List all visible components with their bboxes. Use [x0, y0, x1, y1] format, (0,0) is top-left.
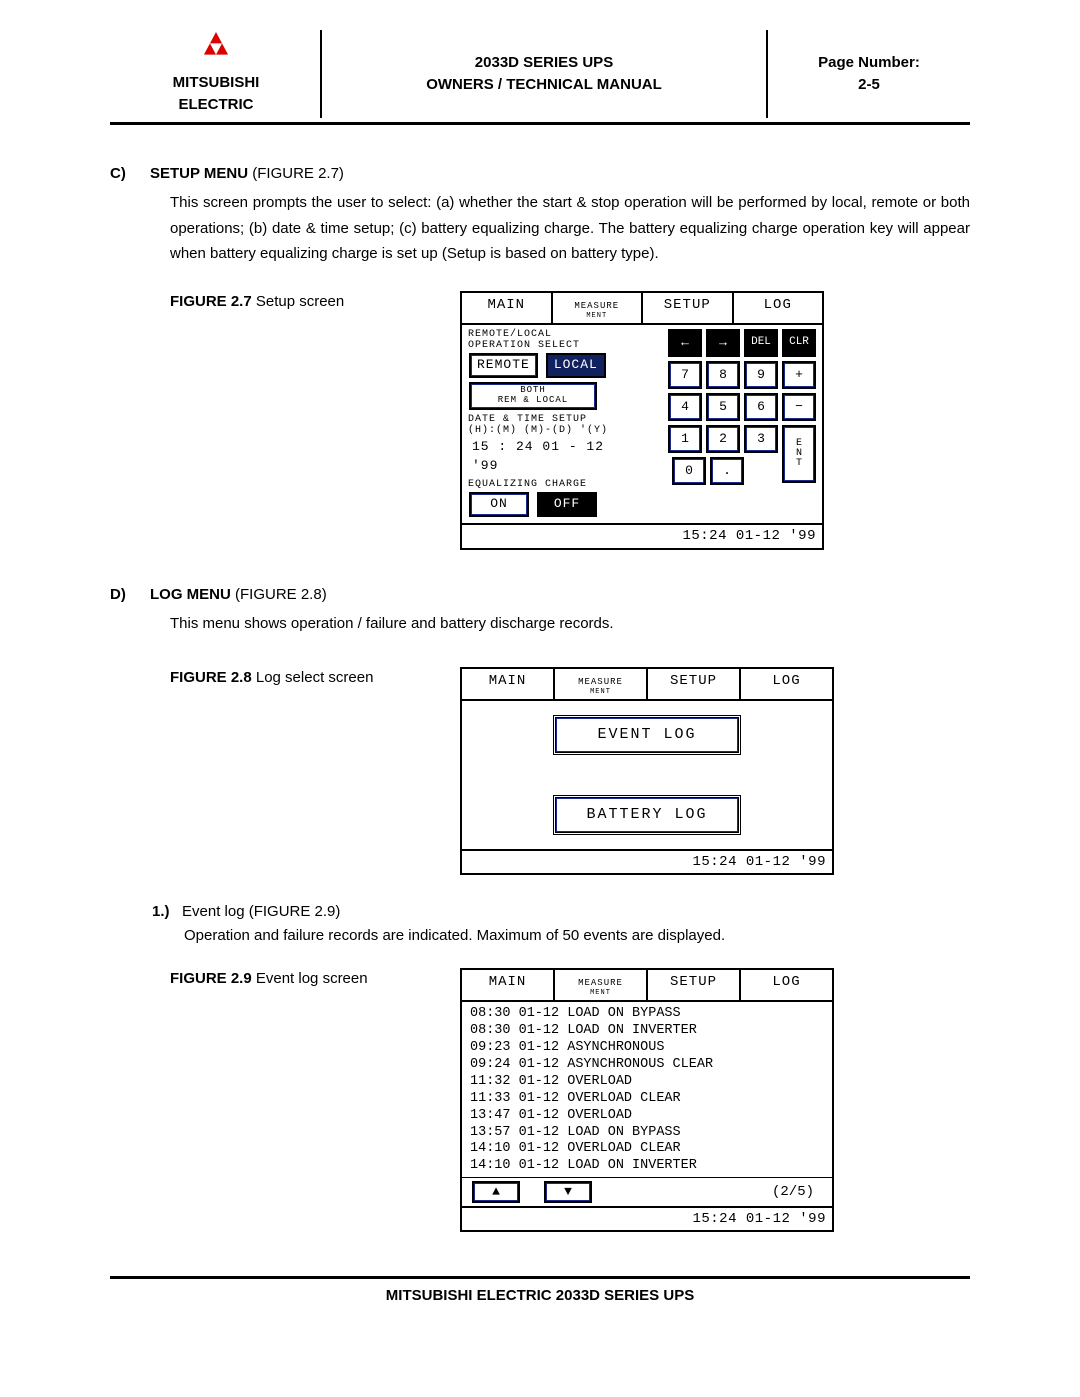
- key-3[interactable]: 3: [744, 425, 778, 453]
- log-entry: 11:33 01-12 OVERLOAD CLEAR: [470, 1091, 824, 1108]
- panel-tabs: MAIN MEASURE MENT SETUP LOG: [462, 293, 822, 325]
- key-minus[interactable]: −: [782, 393, 816, 421]
- tab-setup[interactable]: SETUP: [646, 669, 739, 699]
- subitem-1-body: Operation and failure records are indica…: [184, 923, 970, 949]
- keypad: ← → DEL CLR 7 8 9 + 4: [629, 329, 816, 519]
- tab-measurement[interactable]: MEASURE MENT: [553, 669, 646, 699]
- log-entry: 08:30 01-12 LOAD ON INVERTER: [470, 1023, 824, 1040]
- mitsubishi-logo-icon: [197, 32, 235, 66]
- log-entry: 13:47 01-12 OVERLOAD: [470, 1108, 824, 1125]
- key-5[interactable]: 5: [706, 393, 740, 421]
- manual-page: MITSUBISHI ELECTRIC 2033D SERIES UPS OWN…: [0, 0, 1080, 1347]
- section-title: LOG MENU (FIGURE 2.8): [150, 584, 327, 606]
- local-button[interactable]: LOCAL: [546, 353, 606, 378]
- eq-on-button[interactable]: ON: [469, 492, 529, 517]
- log-entry: 13:57 01-12 LOAD ON BYPASS: [470, 1125, 824, 1142]
- section-letter: C): [110, 163, 150, 185]
- title-top: 2033D SERIES UPS: [328, 52, 760, 74]
- brand-cell: MITSUBISHI ELECTRIC: [110, 30, 322, 118]
- figure-2-9-label: FIGURE 2.9 Event log screen: [170, 968, 430, 990]
- key-0[interactable]: 0: [672, 457, 706, 485]
- log-entry: 08:30 01-12 LOAD ON BYPASS: [470, 1006, 824, 1023]
- figure-2-7-panel: MAIN MEASURE MENT SETUP LOG REMOTE/LOCAL…: [460, 291, 824, 550]
- datetime-value: 15 : 24 01 - 12 '99: [472, 438, 623, 476]
- page-label: Page Number:: [774, 52, 964, 74]
- event-log-list: 08:30 01-12 LOAD ON BYPASS 08:30 01-12 L…: [462, 1002, 832, 1177]
- panel-timestamp: 15:24 01-12 '99: [462, 849, 832, 873]
- key-6[interactable]: 6: [744, 393, 778, 421]
- title-cell: 2033D SERIES UPS OWNERS / TECHNICAL MANU…: [322, 30, 768, 118]
- section-c-body: This screen prompts the user to select: …: [170, 190, 970, 267]
- key-ent[interactable]: E N T: [782, 425, 816, 483]
- section-d-body: This menu shows operation / failure and …: [170, 611, 970, 637]
- log-entry: 09:23 01-12 ASYNCHRONOUS: [470, 1040, 824, 1057]
- subitem-1: 1.) Event log (FIGURE 2.9): [152, 901, 970, 923]
- log-entry: 11:32 01-12 OVERLOAD: [470, 1074, 824, 1091]
- panel-timestamp: 15:24 01-12 '99: [462, 523, 822, 547]
- battery-log-button[interactable]: BATTERY LOG: [553, 795, 741, 835]
- brand-bot: ELECTRIC: [173, 94, 260, 116]
- log-entry: 09:24 01-12 ASYNCHRONOUS CLEAR: [470, 1057, 824, 1074]
- figure-2-7-label: FIGURE 2.7 Setup screen: [170, 291, 430, 313]
- section-c-heading: C) SETUP MENU (FIGURE 2.7): [110, 163, 970, 185]
- key-1[interactable]: 1: [668, 425, 702, 453]
- tab-main[interactable]: MAIN: [462, 669, 553, 699]
- tab-setup[interactable]: SETUP: [641, 293, 732, 323]
- page-indicator: (2/5): [772, 1182, 822, 1202]
- tab-main[interactable]: MAIN: [462, 293, 551, 323]
- key-dot[interactable]: .: [710, 457, 744, 485]
- scroll-down-button[interactable]: ▼: [544, 1181, 592, 1203]
- page-num: 2-5: [774, 74, 964, 96]
- page-footer: MITSUBISHI ELECTRIC 2033D SERIES UPS: [110, 1276, 970, 1307]
- figure-2-9-row: FIGURE 2.9 Event log screen MAIN MEASURE…: [110, 968, 970, 1232]
- scroll-up-button[interactable]: ▲: [472, 1181, 520, 1203]
- tab-measurement[interactable]: MEASURE MENT: [553, 970, 646, 1000]
- tab-setup[interactable]: SETUP: [646, 970, 739, 1000]
- log-entry: 14:10 01-12 OVERLOAD CLEAR: [470, 1141, 824, 1158]
- log-controls: ▲ ▼ (2/5): [462, 1177, 832, 1206]
- page-number-cell: Page Number: 2-5: [768, 30, 970, 118]
- key-clr[interactable]: CLR: [782, 329, 816, 357]
- figure-2-9-panel: MAIN MEASURE MENT SETUP LOG 08:30 01-12 …: [460, 968, 834, 1232]
- key-8[interactable]: 8: [706, 361, 740, 389]
- key-2[interactable]: 2: [706, 425, 740, 453]
- tab-measurement[interactable]: MEASURE MENT: [551, 293, 642, 323]
- brand-top: MITSUBISHI: [173, 72, 260, 94]
- figure-2-7-row: FIGURE 2.7 Setup screen MAIN MEASURE MEN…: [110, 291, 970, 550]
- key-7[interactable]: 7: [668, 361, 702, 389]
- event-log-button[interactable]: EVENT LOG: [553, 715, 741, 755]
- key-4[interactable]: 4: [668, 393, 702, 421]
- tab-log[interactable]: LOG: [739, 669, 832, 699]
- figure-2-8-row: FIGURE 2.8 Log select screen MAIN MEASUR…: [110, 667, 970, 875]
- key-left[interactable]: ←: [668, 329, 702, 357]
- key-right[interactable]: →: [706, 329, 740, 357]
- figure-2-8-label: FIGURE 2.8 Log select screen: [170, 667, 430, 689]
- section-d-heading: D) LOG MENU (FIGURE 2.8): [110, 584, 970, 606]
- tab-log[interactable]: LOG: [739, 970, 832, 1000]
- page-header: MITSUBISHI ELECTRIC 2033D SERIES UPS OWN…: [110, 30, 970, 125]
- key-plus[interactable]: +: [782, 361, 816, 389]
- eq-off-button[interactable]: OFF: [537, 492, 597, 517]
- both-button[interactable]: BOTH REM & LOCAL: [469, 382, 597, 410]
- remote-button[interactable]: REMOTE: [469, 353, 538, 378]
- title-bot: OWNERS / TECHNICAL MANUAL: [328, 74, 760, 96]
- section-title: SETUP MENU (FIGURE 2.7): [150, 163, 344, 185]
- key-9[interactable]: 9: [744, 361, 778, 389]
- setup-left-column: REMOTE/LOCAL OPERATION SELECT REMOTE LOC…: [468, 329, 623, 519]
- section-letter: D): [110, 584, 150, 606]
- key-del[interactable]: DEL: [744, 329, 778, 357]
- tab-log[interactable]: LOG: [732, 293, 823, 323]
- log-entry: 14:10 01-12 LOAD ON INVERTER: [470, 1158, 824, 1175]
- figure-2-8-panel: MAIN MEASURE MENT SETUP LOG EVENT LOG BA…: [460, 667, 834, 875]
- panel-timestamp: 15:24 01-12 '99: [462, 1206, 832, 1230]
- tab-main[interactable]: MAIN: [462, 970, 553, 1000]
